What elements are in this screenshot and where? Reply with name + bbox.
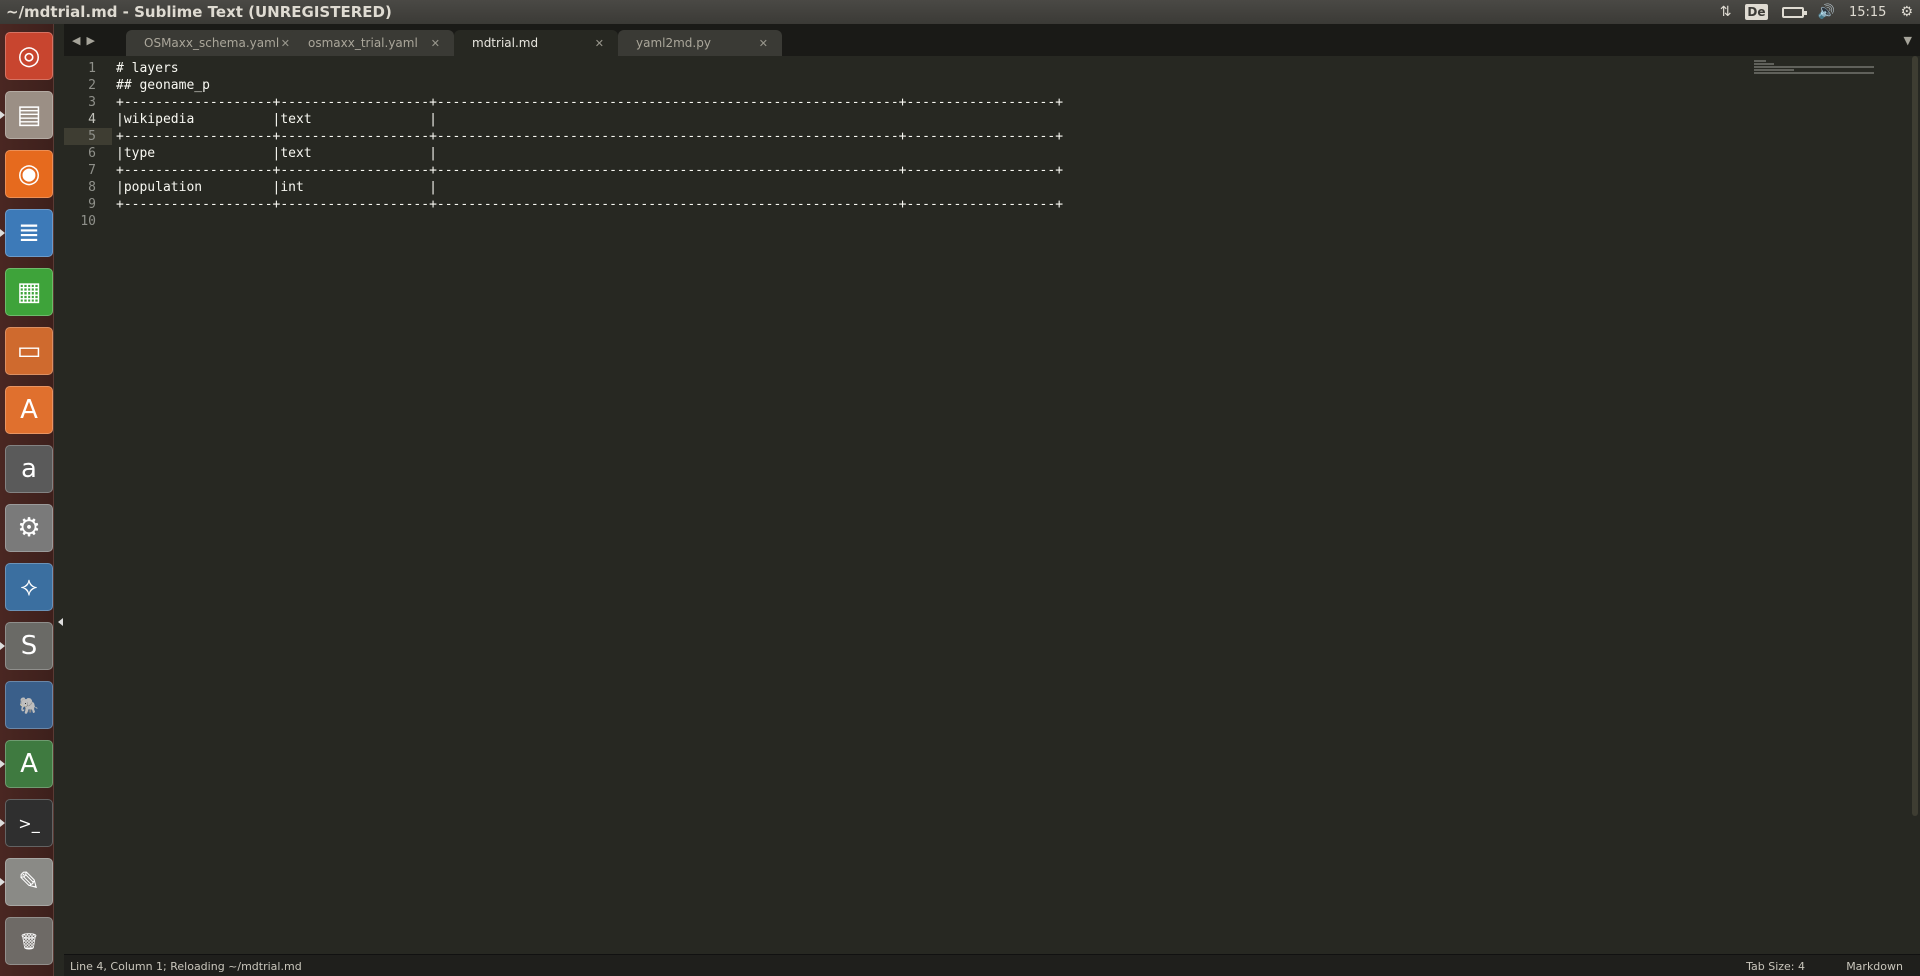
vertical-scrollbar[interactable]: [1912, 56, 1918, 816]
code-line[interactable]: [116, 213, 1063, 230]
writer-icon[interactable]: ≣: [5, 209, 53, 257]
clock[interactable]: 15:15: [1842, 0, 1893, 24]
files-icon[interactable]: ▤: [5, 91, 53, 139]
python-icon[interactable]: ⟡: [5, 563, 53, 611]
close-icon[interactable]: ✕: [759, 37, 768, 50]
running-indicator: [0, 642, 5, 650]
code-line[interactable]: |wikipedia |text |: [116, 111, 1063, 128]
window-title: ~/mdtrial.md - Sublime Text (UNREGISTERE…: [6, 3, 392, 21]
code-line[interactable]: ## geoname_p: [116, 77, 1063, 94]
impress-icon[interactable]: ▭: [5, 327, 53, 375]
running-indicator: [0, 819, 5, 827]
battery-icon[interactable]: [1775, 0, 1811, 24]
line-number: 3: [88, 95, 96, 110]
code-line[interactable]: +-------------------+-------------------…: [116, 94, 1063, 111]
running-indicator: [0, 229, 5, 237]
editor-area[interactable]: 1 2 3 4 5 6 7 8 9 10 # layers ## geoname_p +-------…: [64, 56, 1920, 954]
running-indicator: [0, 878, 5, 886]
code-line[interactable]: +-------------------+-------------------…: [116, 128, 1063, 145]
line-number: 5: [88, 129, 96, 144]
close-icon[interactable]: ✕: [281, 37, 290, 50]
tab-osmaxx-schema[interactable]: OSMaxx_schema.yaml ✕: [126, 30, 304, 56]
trash-icon[interactable]: 🗑: [5, 917, 53, 965]
line-number: 4: [88, 112, 96, 127]
software-updater-icon[interactable]: A: [5, 740, 53, 788]
session-gear-icon[interactable]: ⚙: [1893, 0, 1920, 24]
status-message: Line 4, Column 1; Reloading ~/mdtrial.md: [70, 960, 302, 973]
system-settings-icon[interactable]: ⚙: [5, 504, 53, 552]
syntax-indicator[interactable]: Markdown: [1846, 960, 1903, 973]
line-number: 7: [88, 163, 96, 178]
text-editor-icon[interactable]: ✎: [5, 858, 53, 906]
code-line[interactable]: |population |int |: [116, 179, 1063, 196]
code-view[interactable]: # layers ## geoname_p +-------------------…: [116, 60, 1063, 230]
indicator-area: ⇅ De 🔊 15:15 ⚙: [1713, 0, 1920, 24]
terminal-icon[interactable]: >_: [5, 799, 53, 847]
tab-label: osmaxx_trial.yaml: [308, 36, 418, 50]
tab-yaml2md[interactable]: yaml2md.py ✕: [618, 30, 782, 56]
tab-nav-arrows[interactable]: ◀▶: [72, 34, 101, 47]
close-icon[interactable]: ✕: [595, 37, 604, 50]
code-line[interactable]: |type |text |: [116, 145, 1063, 162]
line-number: 10: [80, 214, 96, 229]
line-number: 1: [88, 61, 96, 76]
keyboard-layout-indicator[interactable]: De: [1738, 0, 1774, 24]
software-center-icon[interactable]: A: [5, 386, 53, 434]
tab-label: OSMaxx_schema.yaml: [144, 36, 280, 50]
running-indicator: [0, 760, 5, 768]
amazon-icon[interactable]: a: [5, 445, 53, 493]
postgresql-icon[interactable]: 🐘: [5, 681, 53, 729]
tab-mdtrial[interactable]: mdtrial.md ✕: [454, 30, 618, 56]
close-icon[interactable]: ✕: [431, 37, 440, 50]
running-indicator: [0, 111, 5, 119]
launcher: ◎ ▤ ◉ ≣ ▦ ▭ Aa ⚙ ⟡ S 🐘 A >_ ✎ 🗑: [0, 24, 54, 976]
tab-osmaxx-trial[interactable]: osmaxx_trial.yaml ✕: [290, 30, 454, 56]
code-line[interactable]: +-------------------+-------------------…: [116, 162, 1063, 179]
ubuntu-dash-icon[interactable]: ◎: [5, 32, 53, 80]
calc-icon[interactable]: ▦: [5, 268, 53, 316]
line-number: 6: [88, 146, 96, 161]
line-number: 9: [88, 197, 96, 212]
minimap[interactable]: [1754, 60, 1874, 76]
sublime-text-icon[interactable]: S: [5, 622, 53, 670]
code-line[interactable]: # layers: [116, 60, 1063, 77]
tab-size-indicator[interactable]: Tab Size: 4: [1746, 960, 1805, 973]
line-number: 2: [88, 78, 96, 93]
firefox-icon[interactable]: ◉: [5, 150, 53, 198]
top-panel: ~/mdtrial.md - Sublime Text (UNREGISTERE…: [0, 0, 1920, 24]
tab-label: yaml2md.py: [636, 36, 711, 50]
tab-dropdown-icon[interactable]: ▼: [1904, 34, 1912, 47]
network-transfer-icon[interactable]: ⇅: [1713, 0, 1739, 24]
tab-bar: ◀▶ OSMaxx_schema.yaml ✕ osmaxx_trial.yam…: [64, 24, 1920, 56]
code-line[interactable]: +-------------------+-------------------…: [116, 196, 1063, 213]
line-number-gutter: 1 2 3 4 5 6 7 8 9 10: [64, 60, 108, 230]
status-bar: Line 4, Column 1; Reloading ~/mdtrial.md…: [64, 954, 1920, 976]
focused-indicator: [58, 618, 63, 626]
line-number: 8: [88, 180, 96, 195]
tab-label: mdtrial.md: [472, 36, 539, 50]
volume-icon[interactable]: 🔊: [1811, 0, 1842, 24]
